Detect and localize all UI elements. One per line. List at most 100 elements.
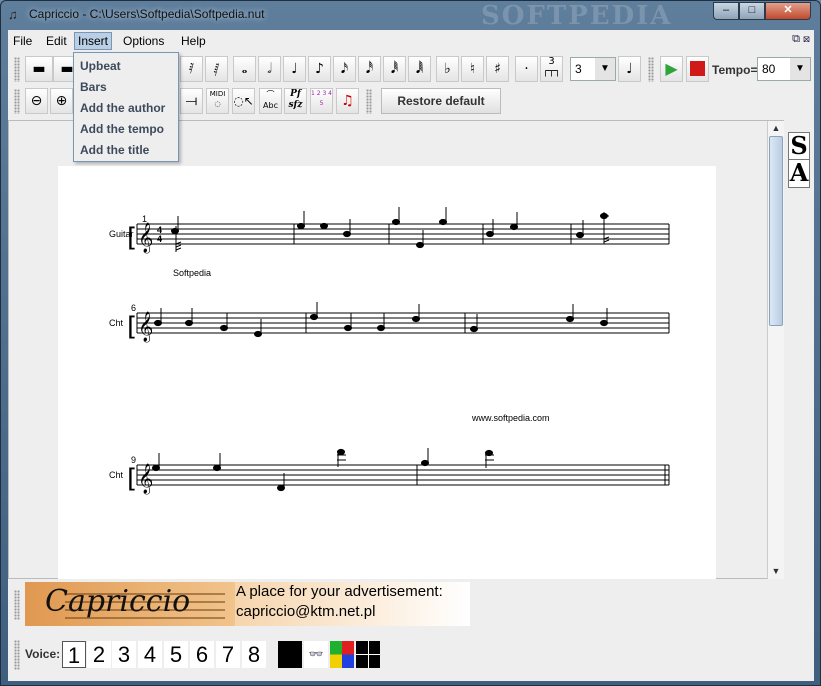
dynamics-p: P bbox=[290, 89, 297, 99]
menu-item-upbeat[interactable]: Upbeat bbox=[80, 59, 121, 73]
voice-1-button[interactable]: 1 bbox=[62, 641, 86, 668]
menu-file[interactable]: File bbox=[10, 33, 35, 49]
staff-2 bbox=[136, 312, 670, 334]
fingering-button[interactable]: 1 2 3 4 5 bbox=[310, 88, 333, 114]
toolbar-grip[interactable] bbox=[648, 57, 654, 82]
whole-note-button[interactable]: 𝅝 bbox=[233, 56, 256, 82]
menu-item-add-title[interactable]: Add the title bbox=[80, 143, 149, 157]
tuplet-value: 3 bbox=[575, 62, 582, 76]
tuplet-select[interactable]: 3 ▼ bbox=[570, 57, 616, 81]
voice-4-button[interactable]: 4 bbox=[138, 641, 162, 668]
minimize-button[interactable]: – bbox=[713, 2, 739, 20]
tempo-value: 80 bbox=[762, 62, 776, 76]
menu-edit[interactable]: Edit bbox=[43, 33, 70, 49]
abc-label: Abc bbox=[263, 101, 278, 110]
restore-default-button[interactable]: Restore default bbox=[381, 88, 501, 114]
app-icon: ♫ bbox=[8, 7, 18, 22]
note-128th-button[interactable]: 𝅘𝅥𝅲 bbox=[408, 56, 431, 82]
toolbar-grip[interactable] bbox=[14, 57, 20, 82]
menu-help[interactable]: Help bbox=[178, 33, 209, 49]
note-32nd-button[interactable]: 𝅘𝅥𝅰 bbox=[358, 56, 381, 82]
chevron-down-icon[interactable]: ▼ bbox=[595, 58, 615, 80]
sharp-button[interactable]: ♯ bbox=[486, 56, 509, 82]
close-button[interactable]: ✕ bbox=[765, 2, 811, 20]
half-note-button[interactable]: 𝅗𝅥 bbox=[258, 56, 281, 82]
tempo-label: Tempo= bbox=[712, 63, 758, 77]
fingering-label: 1 2 3 4 5 bbox=[311, 90, 332, 107]
note-64th-button[interactable]: 𝅘𝅥𝅱 bbox=[383, 56, 406, 82]
s-label: S bbox=[790, 131, 808, 160]
a-label: A bbox=[789, 158, 809, 187]
dot-button[interactable]: · bbox=[515, 56, 538, 82]
treble-clef-icon: 𝄞 bbox=[138, 311, 153, 343]
notes-system-2 bbox=[154, 302, 608, 338]
score-svg: Guitar [ 1 𝄞 4 4 Softpedia Cht [6 𝄞 www… bbox=[109, 207, 670, 495]
natural-button[interactable]: ♮ bbox=[461, 56, 484, 82]
toolbar-grip bbox=[14, 590, 20, 620]
midi-instrument-button[interactable]: MIDI ◌ bbox=[206, 88, 229, 114]
grid-icon[interactable] bbox=[356, 641, 380, 668]
tempo-select[interactable]: 80 ▼ bbox=[757, 57, 811, 81]
ornament-button[interactable]: ♫ bbox=[336, 88, 359, 114]
glasses-icon[interactable]: 👓 bbox=[304, 641, 328, 668]
menu-item-bars[interactable]: Bars bbox=[80, 80, 107, 94]
quarter-note-input-button[interactable]: ♩ bbox=[618, 56, 641, 82]
play-button[interactable]: ▶ bbox=[660, 56, 683, 82]
sixteenth-note-button[interactable]: 𝅘𝅥𝅯 bbox=[333, 56, 356, 82]
application-window: ♫ Capriccio - C:\Users\Softpedia\Softped… bbox=[0, 0, 821, 686]
chevron-down-icon[interactable]: ▼ bbox=[790, 58, 810, 80]
score-canvas[interactable]: Guitar [ 1 𝄞 4 4 Softpedia Cht [6 𝄞 www… bbox=[8, 120, 784, 579]
voice-8-button[interactable]: 8 bbox=[242, 641, 266, 668]
menu-item-add-author[interactable]: Add the author bbox=[80, 101, 165, 115]
advertisement-bar: Capriccio A place for your advertisement… bbox=[8, 580, 814, 628]
toolbar-grip bbox=[14, 640, 20, 670]
bracket-icon: [ bbox=[127, 223, 137, 253]
maximize-button[interactable]: □ bbox=[739, 2, 765, 20]
clef-button[interactable]: ⟞ bbox=[180, 88, 203, 114]
title-bar: ♫ Capriccio - C:\Users\Softpedia\Softped… bbox=[1, 1, 820, 31]
voice-bar: Voice: 1 2 3 4 5 6 7 8 👓 bbox=[8, 630, 814, 676]
voice-3-button[interactable]: 3 bbox=[112, 641, 136, 668]
mdi-restore-icon[interactable]: ⧉ ⊠ bbox=[792, 33, 810, 46]
quarter-note-button[interactable]: ♩ bbox=[283, 56, 306, 82]
toolbar-grip[interactable] bbox=[366, 89, 372, 114]
lyrics-button[interactable]: ⌒ Abc bbox=[259, 88, 282, 114]
whole-rest-button[interactable]: ▬ bbox=[25, 56, 53, 82]
menu-insert[interactable]: Insert bbox=[74, 32, 113, 50]
eighth-note-button[interactable]: ♪ bbox=[308, 56, 331, 82]
brand-name: Capriccio bbox=[45, 584, 191, 619]
flat-button[interactable]: ♭ bbox=[436, 56, 459, 82]
bracket-icon: [ bbox=[127, 312, 137, 342]
dynamics-button[interactable]: Pf sfz bbox=[284, 88, 307, 114]
bar-number: 9 bbox=[131, 455, 136, 465]
scrollbar-thumb[interactable] bbox=[769, 136, 783, 326]
ad-text[interactable]: A place for your advertisement: capricci… bbox=[235, 582, 470, 626]
voice-6-button[interactable]: 6 bbox=[190, 641, 214, 668]
scroll-down-icon[interactable]: ▼ bbox=[768, 564, 784, 578]
scroll-up-icon[interactable]: ▲ bbox=[768, 121, 784, 135]
color-black-button[interactable] bbox=[278, 641, 302, 668]
rest-32nd-button[interactable]: 𝅀 bbox=[180, 56, 203, 82]
voice-2-button[interactable]: 2 bbox=[87, 641, 111, 668]
stop-icon bbox=[690, 61, 705, 76]
score-text-url: www.softpedia.com bbox=[471, 413, 550, 423]
menu-item-add-tempo[interactable]: Add the tempo bbox=[80, 122, 164, 136]
menu-options[interactable]: Options bbox=[120, 33, 167, 49]
zoom-in-button[interactable]: ⊕ bbox=[50, 88, 73, 114]
voice-5-button[interactable]: 5 bbox=[164, 641, 188, 668]
treble-clef-icon: 𝄞 bbox=[138, 222, 153, 254]
bracket-icon: [ bbox=[127, 464, 137, 494]
rest-64th-button[interactable]: 𝅁 bbox=[205, 56, 228, 82]
side-sa-panel[interactable]: S A bbox=[788, 132, 810, 188]
voice-7-button[interactable]: 7 bbox=[216, 641, 240, 668]
capriccio-logo[interactable]: Capriccio bbox=[25, 582, 235, 626]
zoom-out-button[interactable]: ⊖ bbox=[25, 88, 48, 114]
vertical-scrollbar[interactable]: ▲ ▼ bbox=[767, 121, 784, 579]
color-palette-button[interactable] bbox=[330, 641, 354, 668]
score-page[interactable]: Guitar [ 1 𝄞 4 4 Softpedia Cht [6 𝄞 www… bbox=[58, 166, 716, 579]
tuplet-button[interactable]: 3 ┌┬┐ bbox=[540, 56, 563, 82]
bar-number: 6 bbox=[131, 303, 136, 313]
voice-select-button[interactable]: ◌↖ bbox=[232, 88, 255, 114]
stop-button[interactable] bbox=[686, 56, 709, 82]
toolbar-grip[interactable] bbox=[14, 89, 20, 114]
